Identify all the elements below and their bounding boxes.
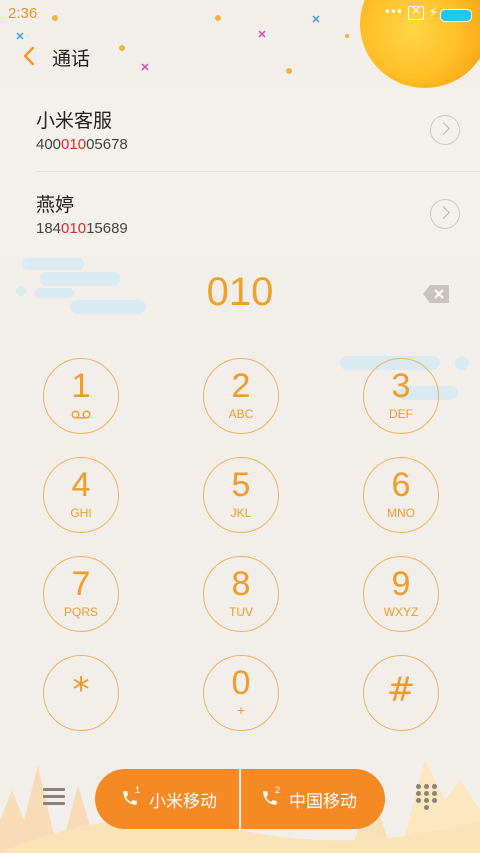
key-2[interactable]: 2 ABC bbox=[203, 358, 279, 434]
call-sim1-button[interactable]: 1 小米移动 bbox=[95, 769, 239, 829]
key-8[interactable]: 8 TUV bbox=[203, 556, 279, 632]
notification-dots-icon: ••• bbox=[383, 5, 403, 19]
key-6[interactable]: 6 MNO bbox=[363, 457, 439, 533]
backspace-icon[interactable] bbox=[422, 284, 450, 304]
chevron-right-icon[interactable] bbox=[430, 115, 460, 145]
cloud-decoration bbox=[455, 356, 469, 370]
contact-number: 40001005678 bbox=[36, 136, 128, 153]
charging-icon: ⚡ bbox=[428, 5, 438, 21]
key-4[interactable]: 4 GHI bbox=[43, 457, 119, 533]
chevron-right-icon[interactable] bbox=[430, 199, 460, 229]
key-hash[interactable]: # bbox=[363, 655, 439, 731]
sim1-label: 小米移动 bbox=[149, 791, 217, 812]
call-buttons: 1 小米移动 2 中国移动 bbox=[95, 769, 385, 829]
phone-icon: 2 bbox=[261, 785, 281, 809]
contact-name: 小米客服 bbox=[36, 110, 113, 132]
key-5[interactable]: 5 JKL bbox=[203, 457, 279, 533]
no-sim-icon bbox=[408, 3, 424, 20]
dialpad-icon[interactable] bbox=[416, 784, 438, 812]
contact-result[interactable]: 燕婷 18401015689 bbox=[0, 172, 480, 256]
key-9[interactable]: 9 WXYZ bbox=[363, 556, 439, 632]
page-title: 通话 bbox=[52, 48, 91, 70]
key-3[interactable]: 3 DEF bbox=[363, 358, 439, 434]
key-0[interactable]: 0 + bbox=[203, 655, 279, 731]
header: 通话 bbox=[0, 36, 480, 80]
chevron-left-icon[interactable] bbox=[18, 44, 42, 68]
voicemail-icon bbox=[71, 410, 91, 419]
contact-number: 18401015689 bbox=[36, 220, 128, 237]
key-7[interactable]: 7 PQRS bbox=[43, 556, 119, 632]
dial-input: 010 bbox=[206, 270, 274, 314]
sim2-label: 中国移动 bbox=[289, 791, 357, 812]
key-star[interactable]: * bbox=[43, 655, 119, 731]
menu-icon[interactable] bbox=[43, 788, 65, 806]
phone-icon: 1 bbox=[121, 785, 141, 809]
contact-result[interactable]: 小米客服 40001005678 bbox=[0, 88, 480, 172]
cloud-decoration bbox=[22, 258, 84, 270]
contact-name: 燕婷 bbox=[36, 194, 75, 216]
call-sim2-button[interactable]: 2 中国移动 bbox=[241, 769, 385, 829]
key-1[interactable]: 1 bbox=[43, 358, 119, 434]
battery-icon bbox=[440, 9, 472, 22]
